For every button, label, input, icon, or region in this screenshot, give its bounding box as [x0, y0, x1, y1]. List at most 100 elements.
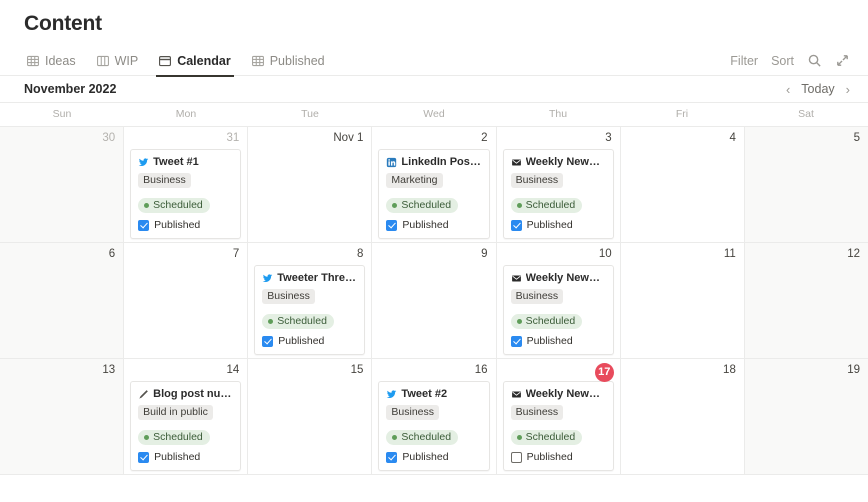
event-card[interactable]: Weekly Newsl… Business Scheduled Published — [502, 149, 614, 239]
published-checkbox-row[interactable]: Published — [510, 451, 606, 463]
day-cell[interactable]: 12 — [744, 243, 868, 358]
event-title: LinkedIn Post #1 — [386, 156, 482, 168]
event-card[interactable]: Tweeter Threa… Business Scheduled Published — [254, 265, 366, 355]
event-card[interactable]: Tweet #1 Business Scheduled Published — [130, 149, 242, 239]
newsletter-icon — [511, 389, 522, 400]
day-cell[interactable]: 6 — [0, 243, 125, 358]
status-label: Scheduled — [153, 199, 203, 211]
tab-ideas[interactable]: Ideas — [24, 46, 85, 76]
event-title-text: Weekly Newsl… — [525, 272, 606, 284]
sort-button[interactable]: Sort — [771, 54, 794, 68]
weekday-sun: Sun — [52, 108, 72, 120]
day-number: 13 — [102, 364, 116, 376]
day-cell[interactable]: 9 — [372, 243, 497, 358]
day-cell[interactable]: 18 — [620, 359, 745, 474]
tab-calendar[interactable]: Calendar — [156, 46, 240, 77]
day-cell[interactable]: 31 Tweet #1 Business Scheduled Published — [124, 127, 249, 242]
status-dot-icon — [144, 434, 150, 440]
month-bar: November 2022 ‹ Today › — [0, 76, 868, 103]
next-month-button[interactable]: › — [846, 83, 850, 96]
event-status-row: Scheduled — [262, 309, 357, 329]
tab-published[interactable]: Published — [249, 46, 334, 76]
event-status-row: Scheduled — [510, 309, 606, 329]
day-number: 11 — [723, 248, 736, 260]
event-tag: Business — [386, 405, 440, 420]
today-date-badge: 17 — [503, 363, 614, 382]
published-checkbox-row[interactable]: Published — [510, 335, 606, 347]
weekday-wed: Wed — [423, 108, 445, 120]
filter-button[interactable]: Filter — [730, 54, 758, 68]
checkbox-unchecked-icon[interactable] — [510, 451, 522, 463]
event-tag: Business — [510, 289, 564, 304]
month-navigation: ‹ Today › — [786, 82, 850, 96]
day-cell[interactable]: 13 — [0, 359, 125, 474]
day-cell[interactable]: 30 — [0, 127, 125, 242]
event-card[interactable]: Weekly Newsl… Business Scheduled Published — [502, 265, 614, 355]
table-icon — [26, 54, 40, 68]
published-checkbox-row[interactable]: Published — [138, 219, 233, 231]
day-cell[interactable]: 7 — [124, 243, 249, 358]
status-dot-icon — [268, 318, 274, 324]
checkbox-checked-icon[interactable] — [510, 335, 522, 347]
event-card[interactable]: Blog post num… Build in public Scheduled Pu… — [130, 381, 242, 471]
status-label: Scheduled — [401, 431, 452, 443]
day-number: 2 — [481, 132, 488, 144]
checkbox-checked-icon[interactable] — [262, 335, 274, 347]
day-cell[interactable]: 2 LinkedIn Post #1 Marketing Scheduled Publi… — [372, 127, 497, 242]
day-cell[interactable]: 5 — [744, 127, 868, 242]
search-icon[interactable] — [807, 53, 822, 68]
published-checkbox-row[interactable]: Published — [510, 219, 606, 231]
weekday-fri: Fri — [675, 108, 689, 120]
tab-wip[interactable]: WIP — [94, 46, 148, 76]
status-dot-icon — [392, 202, 398, 208]
day-cell[interactable]: 14 Blog post num… Build in public Scheduled… — [124, 359, 249, 474]
published-checkbox-row[interactable]: Published — [262, 335, 357, 347]
day-cell[interactable]: 10 Weekly Newsl… Business Scheduled Publishe… — [496, 243, 621, 358]
day-cell[interactable]: 4 — [620, 127, 745, 242]
event-card[interactable]: Tweet #2 Business Scheduled Published — [378, 381, 490, 471]
expand-icon[interactable] — [835, 53, 850, 68]
checkbox-checked-icon[interactable] — [138, 219, 150, 231]
pencil-icon — [138, 389, 149, 400]
day-number: 19 — [847, 364, 860, 376]
month-label: November 2022 — [24, 82, 117, 96]
published-checkbox-row[interactable]: Published — [138, 451, 233, 463]
twitter-icon — [138, 157, 149, 168]
day-cell[interactable]: Nov 1 — [248, 127, 373, 242]
status-badge: Scheduled — [386, 430, 459, 445]
status-badge: Scheduled — [138, 198, 210, 213]
view-tabbar: Ideas WIP Calendar Published Filter Sort — [0, 46, 868, 77]
status-dot-icon — [516, 434, 522, 440]
day-number: 14 — [226, 364, 240, 376]
event-tag: Marketing — [386, 173, 443, 188]
event-card[interactable]: LinkedIn Post #1 Marketing Scheduled Publis… — [378, 149, 490, 239]
published-checkbox-row[interactable]: Published — [386, 451, 481, 463]
checkbox-checked-icon[interactable] — [386, 451, 398, 463]
day-cell[interactable]: 8 Tweeter Threa… Business Scheduled Publishe… — [248, 243, 373, 358]
day-cell[interactable]: 11 — [620, 243, 745, 358]
prev-month-button[interactable]: ‹ — [786, 83, 790, 96]
day-cell[interactable]: 16 Tweet #2 Business Scheduled Published — [372, 359, 497, 474]
day-cell[interactable]: 3 Weekly Newsl… Business Scheduled Published — [496, 127, 621, 242]
checkbox-checked-icon[interactable] — [510, 219, 522, 231]
calendar-grid: 30 31 Tweet #1 Business Scheduled Published No… — [0, 126, 868, 489]
calendar-week-row: 13 14 Blog post num… Build in public Schedul… — [0, 359, 868, 475]
day-number: 7 — [232, 248, 240, 260]
table-icon — [251, 54, 265, 68]
day-number: 30 — [102, 132, 116, 144]
status-badge: 17 — [594, 363, 614, 382]
checkbox-checked-icon[interactable] — [138, 451, 150, 463]
status-badge: Scheduled — [510, 314, 583, 329]
newsletter-icon — [511, 273, 522, 284]
day-cell[interactable]: 15 — [248, 359, 373, 474]
twitter-icon — [386, 389, 397, 400]
checkbox-checked-icon[interactable] — [386, 219, 398, 231]
status-badge: Scheduled — [510, 430, 583, 445]
event-card[interactable]: Weekly Newsl… Business Scheduled Published — [502, 381, 614, 471]
published-label: Published — [154, 219, 201, 231]
event-status-row: Scheduled — [138, 425, 233, 445]
published-checkbox-row[interactable]: Published — [386, 219, 481, 231]
day-cell[interactable]: 19 — [744, 359, 868, 474]
day-cell[interactable]: 17 Weekly Newsl… Business Scheduled Publishe… — [496, 359, 621, 474]
today-button[interactable]: Today — [801, 82, 834, 96]
